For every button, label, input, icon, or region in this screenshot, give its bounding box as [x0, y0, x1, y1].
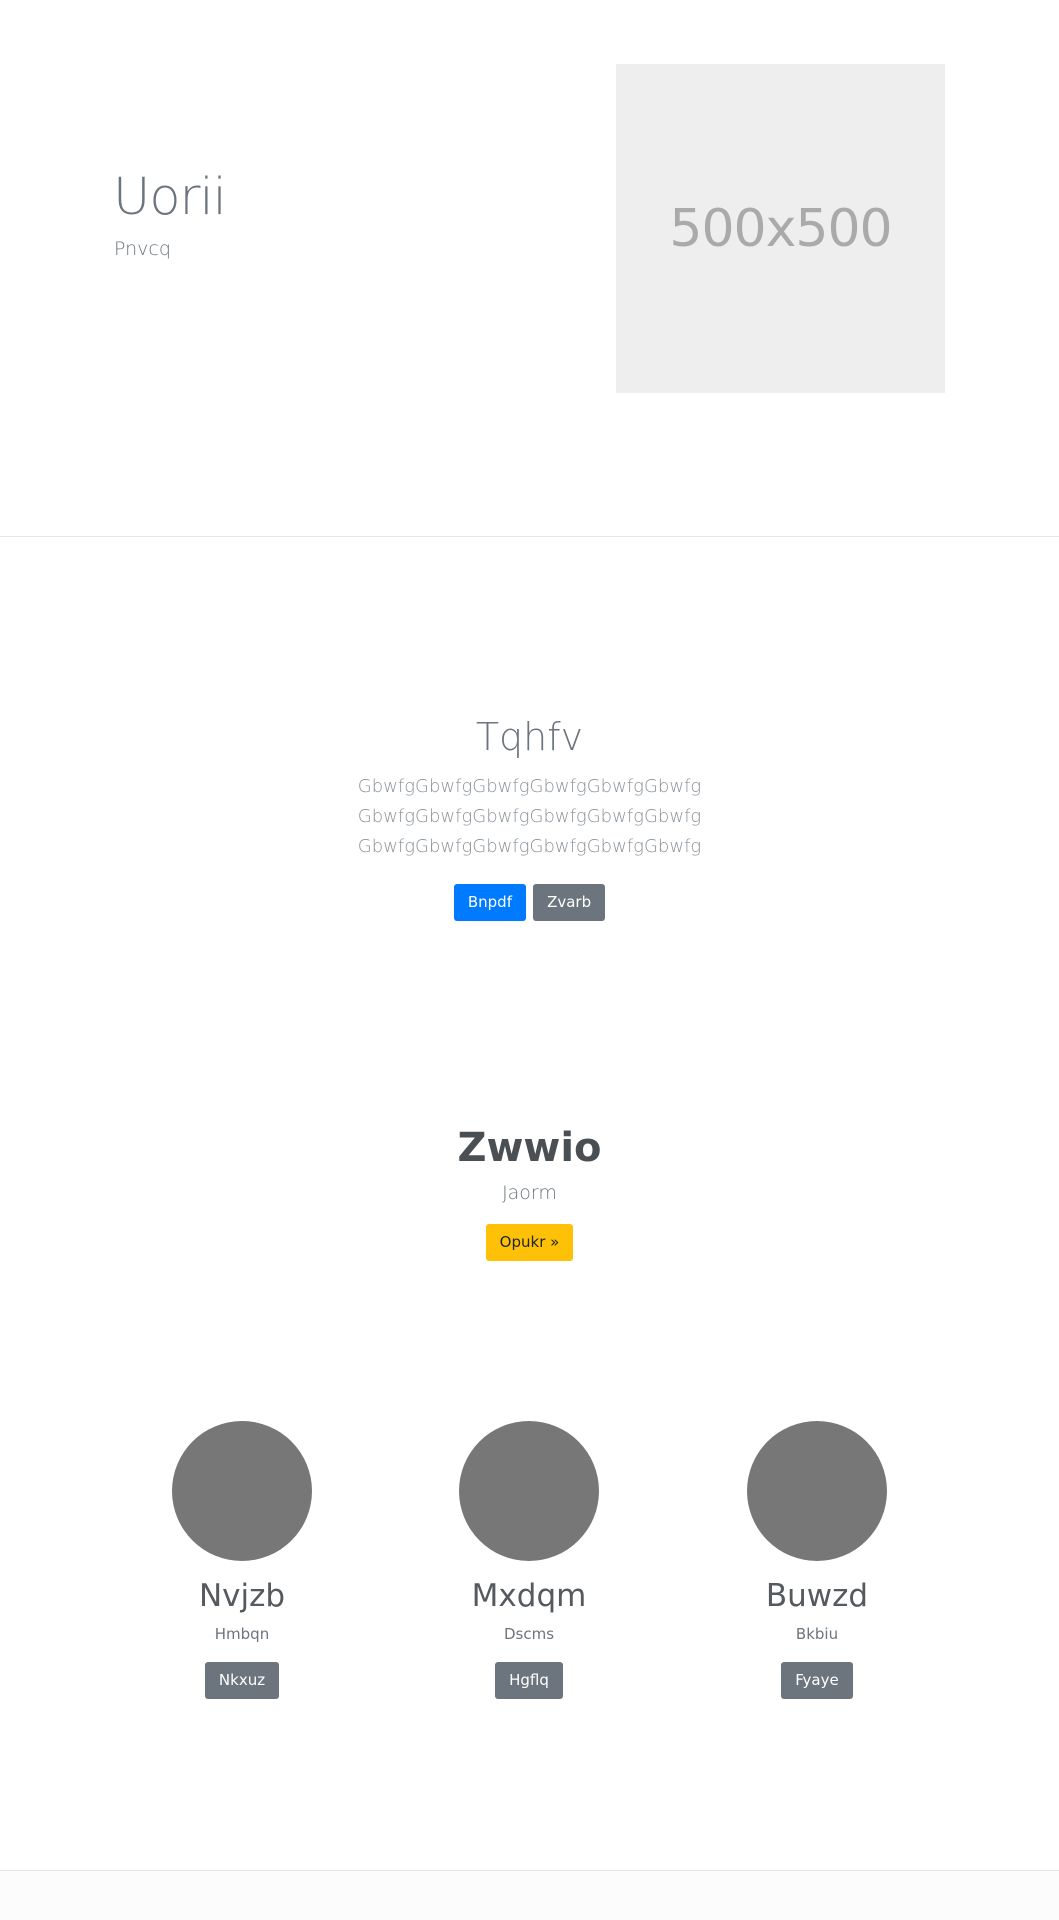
cta-subtitle: Jaorm: [502, 1182, 557, 1204]
cta-button[interactable]: Opukr »: [485, 1224, 574, 1261]
team-member-name: Nvjzb: [198, 1578, 286, 1614]
feature-description-line: GbwfgGbwfgGbwfgGbwfgGbwfgGbwfg: [357, 776, 702, 797]
hero-subtitle: Pnvcq: [114, 238, 171, 260]
feature-description-line: GbwfgGbwfgGbwfgGbwfgGbwfgGbwfg: [357, 836, 702, 857]
hero-image-placeholder: 500x500: [616, 64, 945, 393]
team-member-button[interactable]: Nkxuz: [204, 1662, 280, 1700]
team-member-role: Hmbqn: [214, 1625, 270, 1644]
feature-primary-button[interactable]: Bnpdf: [453, 884, 526, 921]
team-member-name: Mxdqm: [471, 1578, 587, 1614]
team-member-card: Mxdqm Dscms Hgflq: [399, 1421, 659, 1700]
avatar: [459, 1421, 599, 1561]
team-member-name: Buwzd: [765, 1578, 869, 1614]
team-member-card: Nvjzb Hmbqn Nkxuz: [112, 1421, 372, 1700]
feature-button-group: Bnpdf Zvarb: [0, 884, 1059, 921]
avatar: [172, 1421, 312, 1561]
team-member-role: Bkbiu: [795, 1625, 839, 1644]
hero-title: Uorii: [113, 168, 227, 227]
cta-button-wrap: Opukr »: [0, 1224, 1059, 1261]
feature-description: GbwfgGbwfgGbwfgGbwfgGbwfgGbwfg GbwfgGbwf…: [0, 772, 1059, 862]
hero-image-label: 500x500: [669, 198, 892, 259]
hero-section: Uorii Pnvcq 500x500: [0, 0, 1059, 537]
team-member-button[interactable]: Hgflq: [495, 1662, 563, 1700]
feature-title: Tqhfv: [475, 715, 584, 759]
team-member-card: Buwzd Bkbiu Fyaye: [687, 1421, 947, 1700]
feature-description-line: GbwfgGbwfgGbwfgGbwfgGbwfgGbwfg: [357, 806, 702, 827]
team-member-role: Dscms: [503, 1625, 555, 1644]
footer: [0, 1871, 1059, 1920]
team-member-button[interactable]: Fyaye: [781, 1662, 853, 1700]
cta-title: Zwwio: [457, 1125, 602, 1171]
feature-secondary-button[interactable]: Zvarb: [533, 884, 606, 921]
avatar: [747, 1421, 887, 1561]
